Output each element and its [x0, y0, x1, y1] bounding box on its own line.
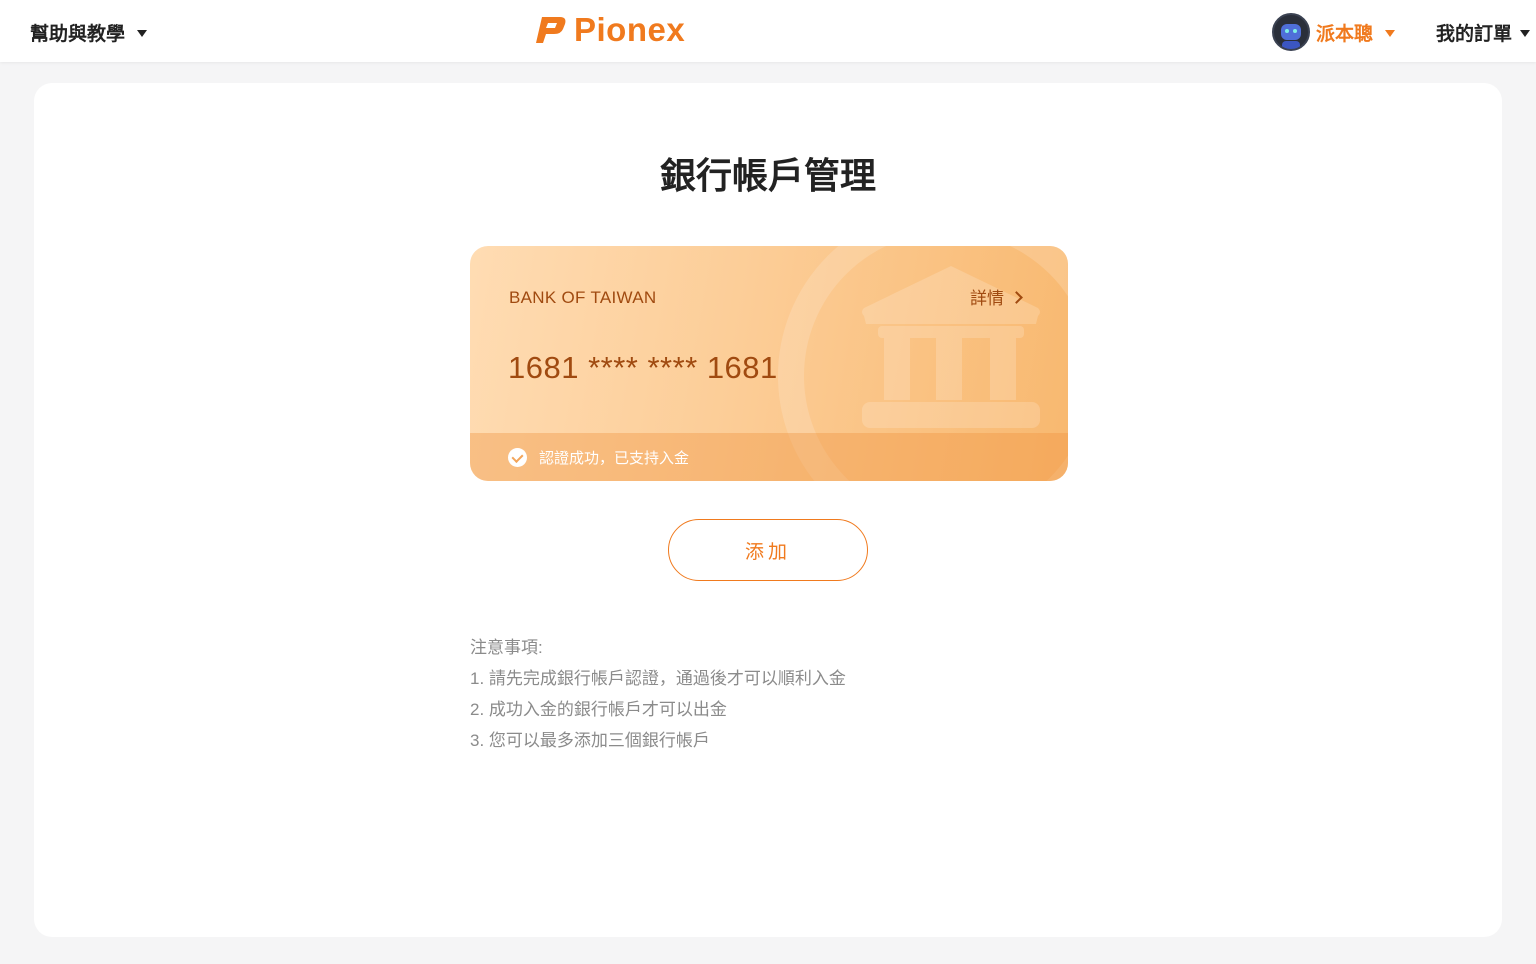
add-bank-account-button[interactable]: 添加: [668, 519, 868, 581]
pionex-logo-icon: [536, 17, 566, 43]
bank-account-card: BANK OF TAIWAN 詳情 1681 **** **** 1681 認證…: [470, 246, 1068, 481]
card-status-bar: 認證成功，已支持入金: [470, 433, 1068, 481]
help-menu[interactable]: 幫助與教學: [30, 18, 148, 46]
note-item: 1. 請先完成銀行帳戶認證，通過後才可以順利入金: [470, 669, 846, 688]
detail-label: 詳情: [970, 289, 1004, 308]
note-item: 2. 成功入金的銀行帳戶才可以出金: [470, 700, 727, 719]
check-circle-icon: [508, 447, 527, 467]
notes-title: 注意事項:: [470, 638, 543, 657]
card-number: 1681 **** **** 1681: [508, 350, 778, 385]
help-menu-label: 幫助與教學: [30, 23, 126, 45]
avatar[interactable]: [1272, 13, 1310, 51]
notes-section: 注意事項: 1. 請先完成銀行帳戶認證，通過後才可以順利入金 2. 成功入金的銀…: [470, 632, 846, 756]
caret-down-icon: [1520, 29, 1531, 37]
caret-down-icon: [1385, 29, 1396, 37]
orders-menu[interactable]: 我的訂單: [1436, 18, 1531, 46]
orders-menu-label: 我的訂單: [1436, 23, 1513, 45]
note-item: 3. 您可以最多添加三個銀行帳戶: [470, 731, 710, 750]
pionex-logo[interactable]: Pionex: [534, 10, 685, 50]
chevron-right-icon: [1010, 290, 1023, 304]
page-title: 銀行帳戶管理: [659, 155, 876, 196]
verification-status: 認證成功，已支持入金: [539, 449, 690, 467]
top-header: 幫助與教學 Pionex 派本聰 我的訂單: [0, 0, 1536, 62]
caret-down-icon: [137, 29, 148, 37]
main-panel: 銀行帳戶管理 BANK OF TAIWAN 詳情 1681 **** **** …: [34, 83, 1502, 937]
user-menu[interactable]: 派本聰: [1272, 13, 1396, 51]
logo-text: Pionex: [574, 11, 686, 48]
user-name: 派本聰: [1316, 23, 1374, 45]
bank-name: BANK OF TAIWAN: [509, 288, 657, 307]
card-detail-link[interactable]: 詳情: [970, 284, 1023, 309]
